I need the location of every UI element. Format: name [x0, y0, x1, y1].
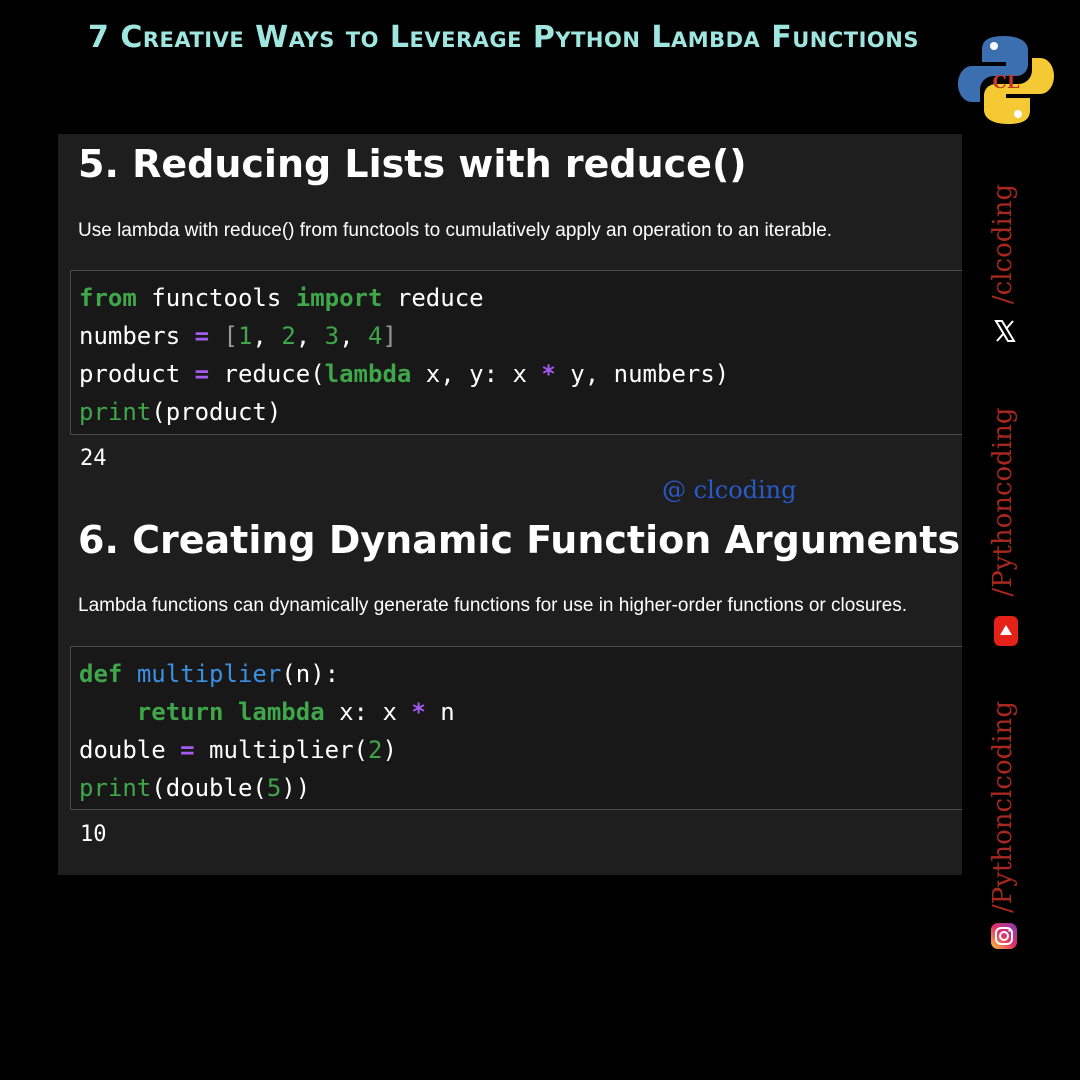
- code-block-multiplier: def multiplier(n): return lambda x: x * …: [70, 646, 962, 810]
- code-line: def multiplier(n):: [79, 660, 340, 688]
- youtube-handle[interactable]: /Pythoncoding: [988, 397, 1022, 607]
- x-handle[interactable]: /clcoding: [988, 169, 1022, 319]
- watermark-handle: @ clcoding: [662, 476, 797, 504]
- code-line: product = reduce(lambda x, y: x * y, num…: [79, 360, 730, 388]
- section6-output: 10: [80, 822, 107, 847]
- instagram-handle[interactable]: /Pythonclcoding: [988, 692, 1022, 922]
- content-panel: 5. Reducing Lists with reduce() Use lamb…: [58, 134, 962, 875]
- python-logo-icon: CL: [956, 32, 1056, 128]
- x-logo-icon[interactable]: [993, 318, 1017, 344]
- page-title: 7 Creative Ways to Leverage Python Lambd…: [88, 20, 919, 55]
- code-line: numbers = [1, 2, 3, 4]: [79, 322, 397, 350]
- code-line: from functools import reduce: [79, 284, 484, 312]
- youtube-icon[interactable]: [993, 614, 1019, 648]
- section6-description: Lambda functions can dynamically generat…: [78, 595, 908, 616]
- section5-output: 24: [80, 446, 107, 471]
- code-block-reduce: from functools import reduce numbers = […: [70, 270, 962, 435]
- instagram-icon[interactable]: [990, 922, 1018, 950]
- code-line: print(double(5)): [79, 774, 311, 802]
- section5-description: Use lambda with reduce() from functools …: [78, 220, 833, 241]
- section6-heading: 6. Creating Dynamic Function Arguments: [78, 518, 961, 562]
- code-line: return lambda x: x * n: [136, 698, 455, 726]
- code-line: double = multiplier(2): [79, 736, 397, 764]
- section5-heading: 5. Reducing Lists with reduce(): [78, 142, 747, 186]
- code-line: print(product): [79, 398, 282, 426]
- svg-text:CL: CL: [993, 72, 1020, 93]
